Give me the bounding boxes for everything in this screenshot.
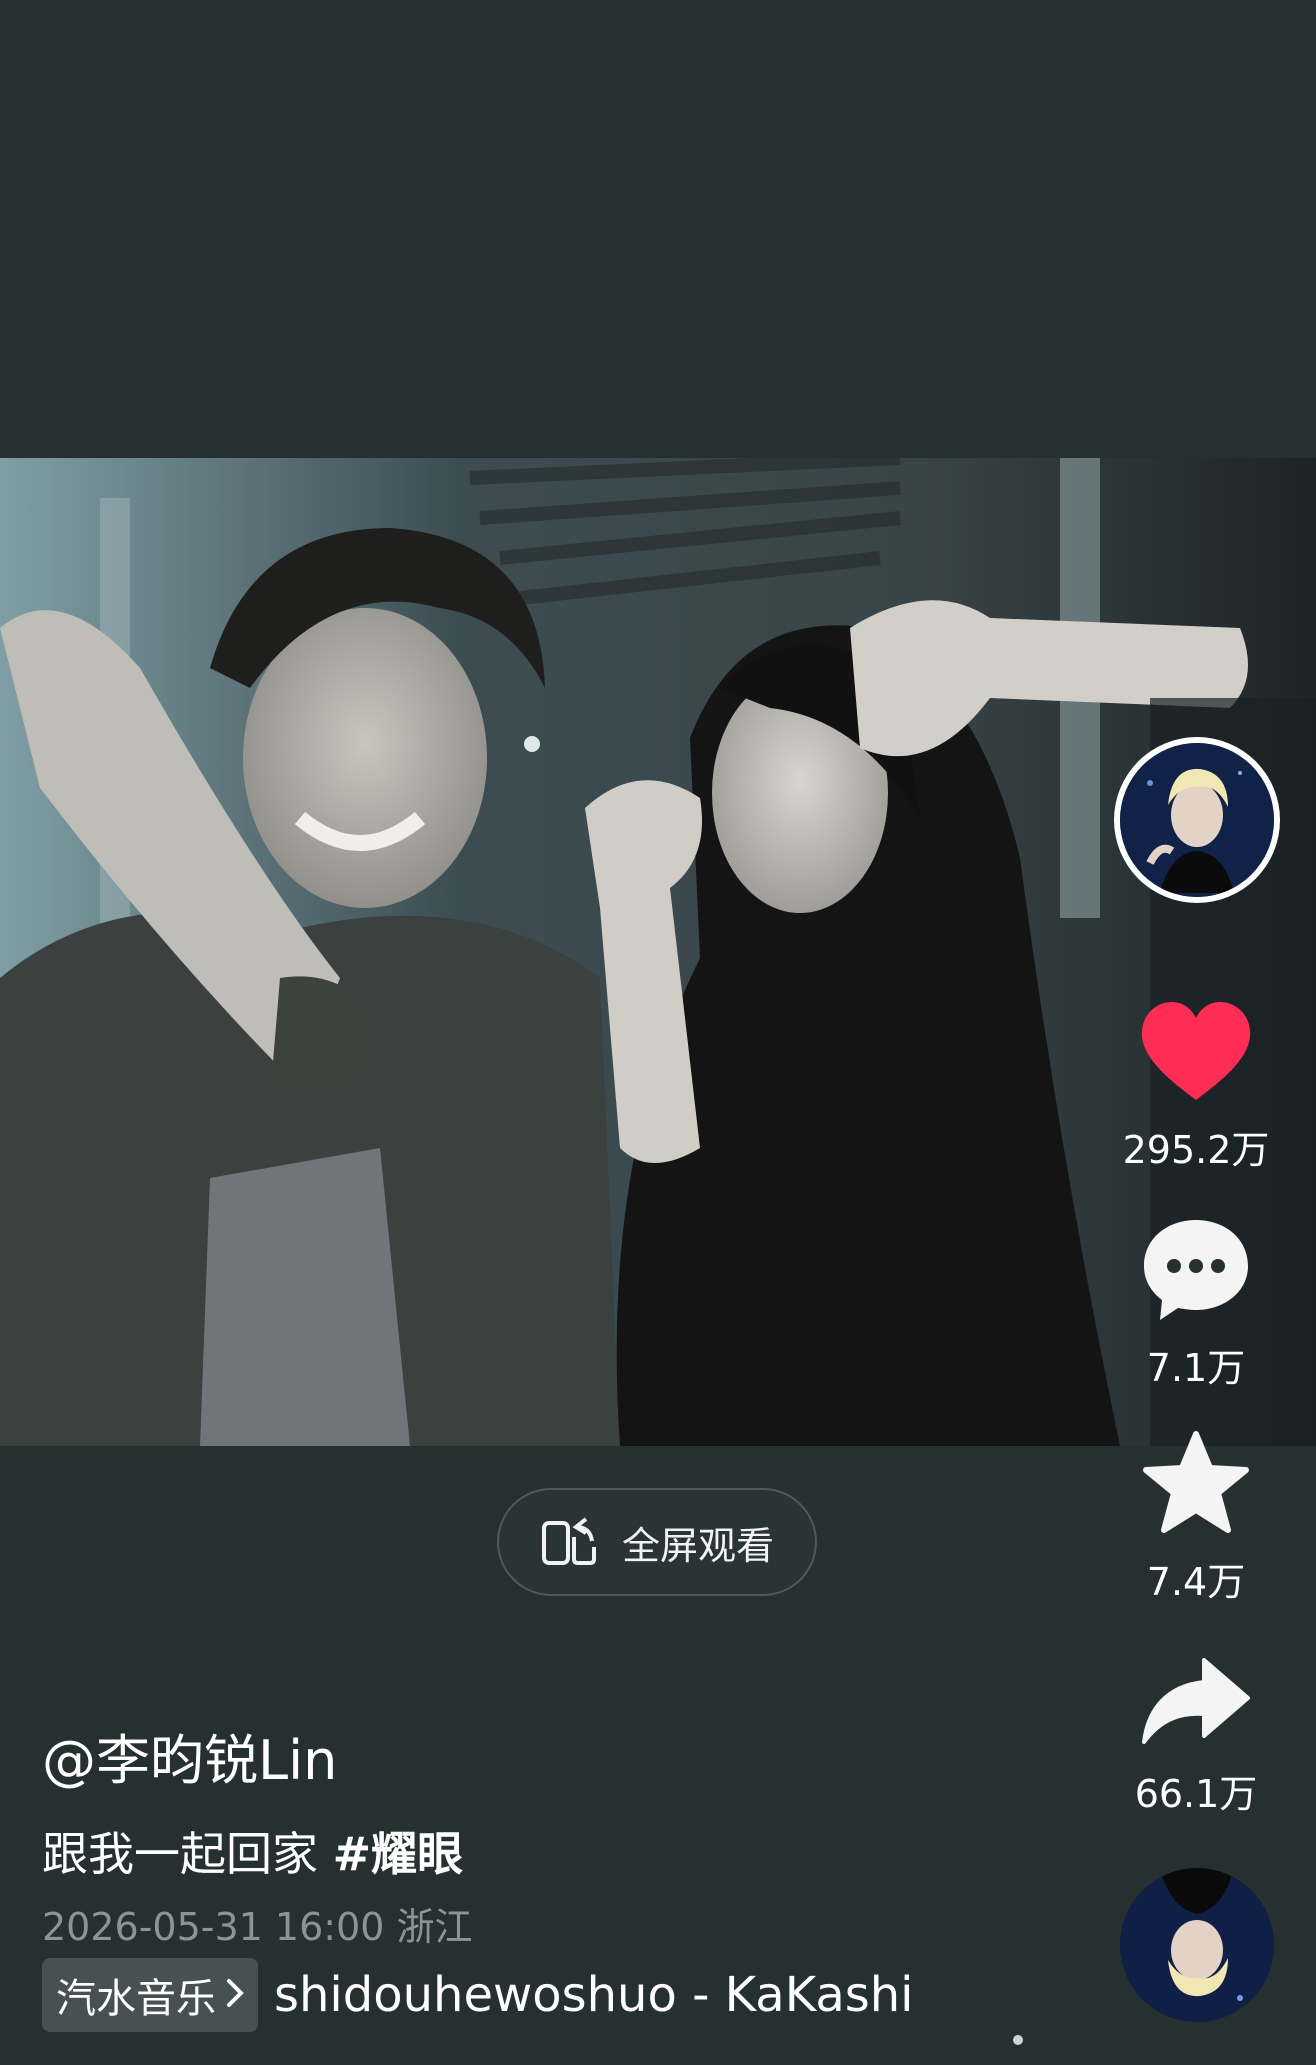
rotate-screen-icon (540, 1513, 600, 1572)
music-disc[interactable] (1120, 1868, 1274, 2022)
post-datetime: 2026-05-31 16:00 (42, 1905, 385, 1949)
speech-bubble-icon (1140, 1216, 1252, 1327)
hashtag-link[interactable]: #耀眼 (333, 1827, 464, 1881)
share-count: 66.1万 (1134, 1772, 1258, 1816)
avatar-image (1120, 743, 1274, 897)
like-button[interactable]: 295.2万 (1116, 1000, 1276, 1174)
favorite-count: 7.4万 (1146, 1560, 1246, 1604)
share-button[interactable]: 66.1万 (1116, 1656, 1276, 1818)
comment-button[interactable]: 7.1万 (1116, 1216, 1276, 1392)
page-indicator-dot (1013, 2035, 1023, 2045)
screen: 全屏观看 295.2万 7.1万 7.4万 66.1万 @李昀锐Lin 跟我一起… (0, 0, 1316, 2065)
like-count: 295.2万 (1122, 1128, 1270, 1172)
music-source-chip[interactable]: 汽水音乐 (42, 1958, 258, 2032)
fullscreen-button[interactable]: 全屏观看 (497, 1488, 817, 1596)
music-track-title[interactable]: shidouhewoshuo - KaKashi (274, 1967, 914, 2023)
post-location: 浙江 (396, 1905, 473, 1949)
caption: 跟我一起回家 #耀眼 (42, 1818, 463, 1884)
heart-icon (1138, 1000, 1254, 1109)
share-arrow-icon (1140, 1656, 1252, 1753)
fullscreen-label: 全屏观看 (621, 1523, 774, 1568)
caption-text: 跟我一起回家 (42, 1827, 318, 1881)
music-source-label: 汽水音乐 (56, 1976, 216, 2022)
star-icon (1140, 1430, 1252, 1541)
comment-count: 7.1万 (1146, 1346, 1246, 1390)
favorite-button[interactable]: 7.4万 (1116, 1430, 1276, 1606)
music-row: 汽水音乐 shidouhewoshuo - KaKashi (42, 1958, 914, 2032)
author-name[interactable]: @李昀锐Lin (42, 1716, 337, 1795)
music-disc-image (1120, 1868, 1274, 2022)
chevron-right-icon (226, 1972, 244, 2018)
author-avatar[interactable] (1114, 737, 1280, 903)
post-meta: 2026-05-31 16:00 浙江 (42, 1896, 473, 1951)
